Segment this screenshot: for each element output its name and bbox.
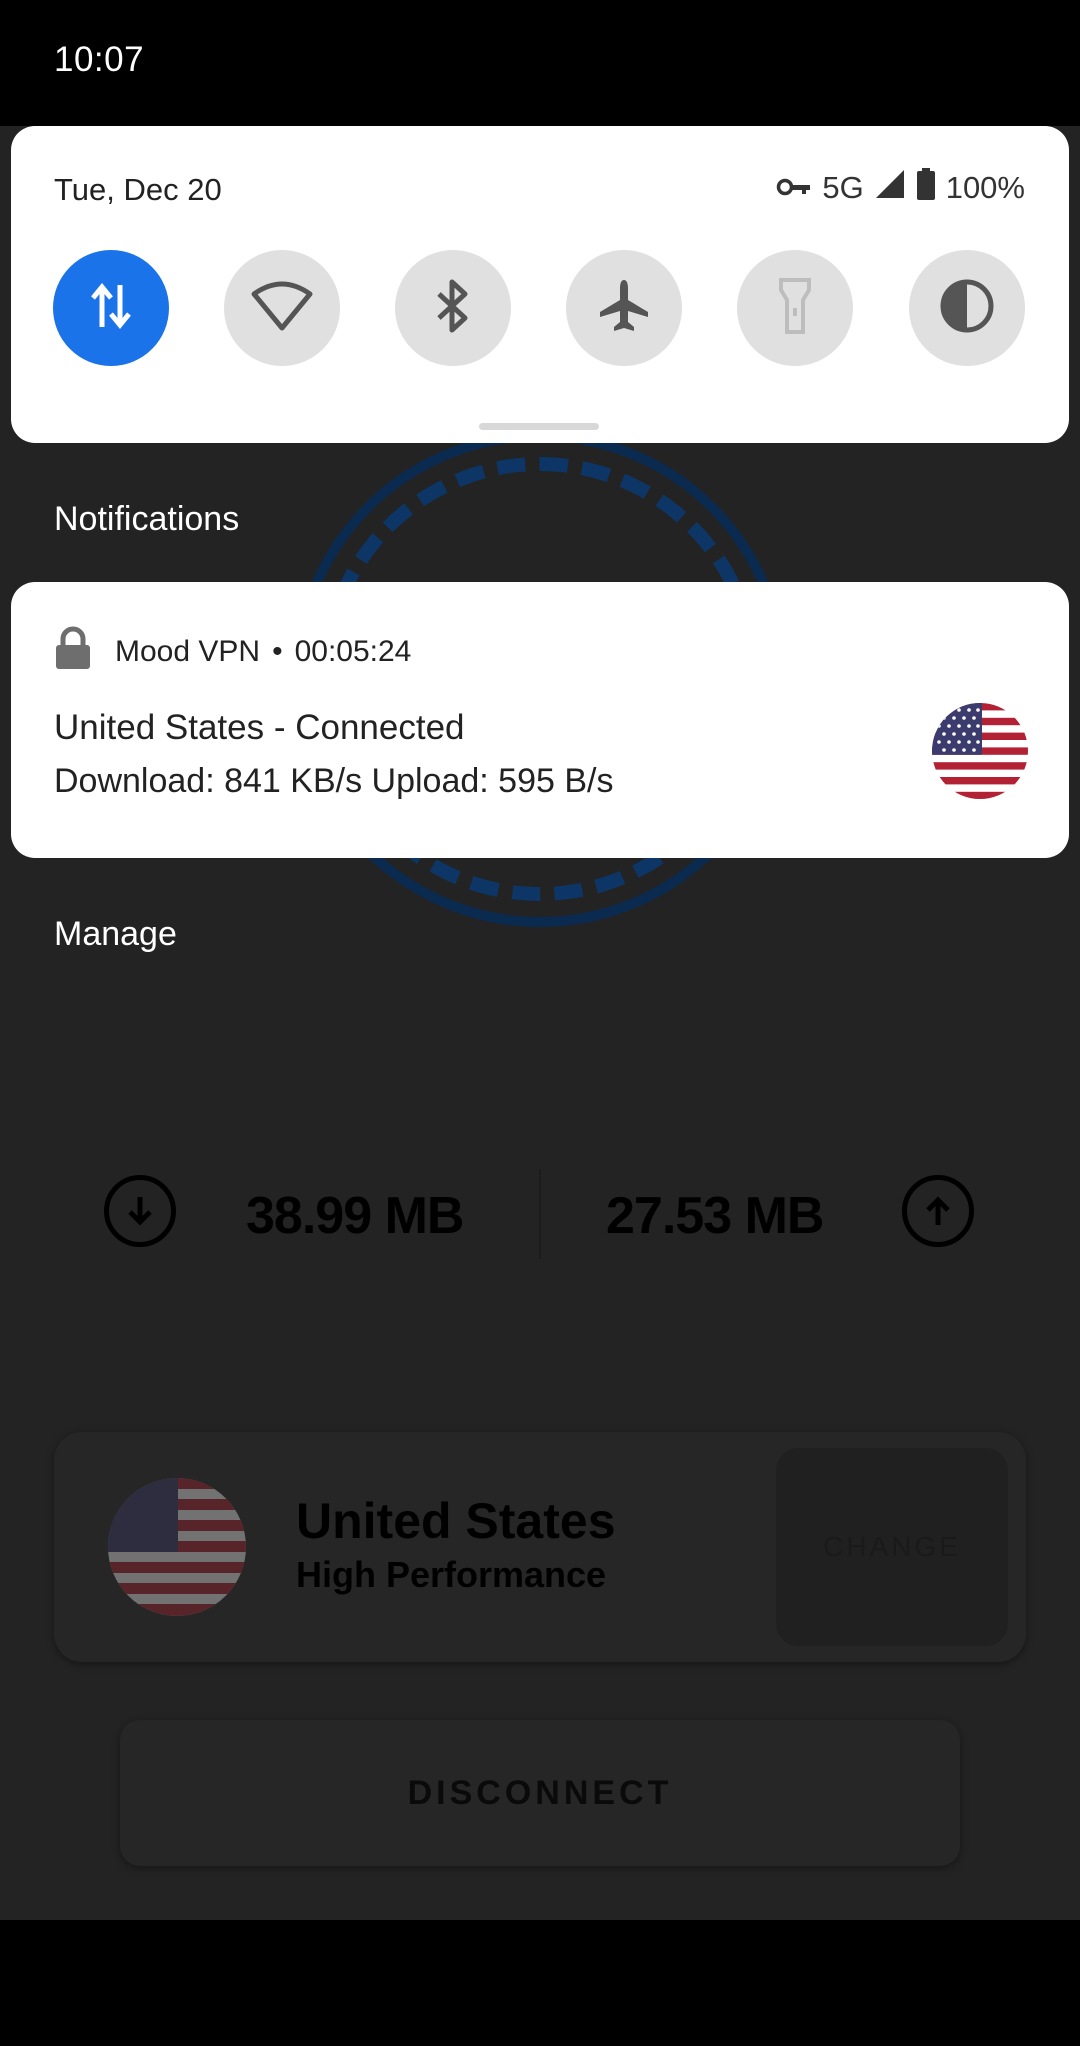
- recents-icon[interactable]: [831, 1956, 871, 1996]
- vpn-notification[interactable]: Mood VPN • 00:05:24 United States - Conn…: [11, 582, 1069, 858]
- airplane-icon: [596, 278, 652, 339]
- contrast-icon: [939, 278, 995, 339]
- battery-percent: 100%: [945, 170, 1025, 205]
- navigation-bar: [0, 1916, 1080, 2046]
- notification-title: United States - Connected: [54, 708, 465, 747]
- vpn-key-icon: [776, 170, 812, 206]
- tile-mobile-data[interactable]: [53, 250, 169, 366]
- tile-wifi[interactable]: [224, 250, 340, 366]
- notification-text: Download: 841 KB/s Upload: 595 B/s: [54, 762, 614, 800]
- server-card[interactable]: United States High Performance CHANGE: [54, 1432, 1026, 1662]
- tile-bluetooth[interactable]: [395, 250, 511, 366]
- network-type: 5G: [822, 170, 864, 205]
- us-flag-icon: [932, 703, 1028, 799]
- notification-header: Mood VPN • 00:05:24: [55, 626, 411, 678]
- us-flag-icon: [108, 1478, 246, 1616]
- change-server-button[interactable]: CHANGE: [776, 1448, 1008, 1646]
- qs-tiles: [53, 250, 1029, 368]
- status-clock: 10:07: [54, 40, 145, 79]
- download-total: 38.99 MB: [246, 1187, 464, 1245]
- wifi-icon: [250, 280, 314, 337]
- status-bar: 10:07: [0, 0, 1080, 126]
- back-icon[interactable]: [202, 1956, 240, 2000]
- bluetooth-icon: [435, 278, 471, 339]
- notification-app-name: Mood VPN: [115, 635, 261, 668]
- tile-invert-colors[interactable]: [909, 250, 1025, 366]
- disconnect-button[interactable]: DISCONNECT: [120, 1720, 960, 1866]
- lock-icon: [55, 626, 91, 678]
- manage-notifications-link[interactable]: Manage: [54, 915, 177, 954]
- signal-icon: [874, 168, 906, 208]
- qs-drag-handle[interactable]: [479, 423, 599, 430]
- battery-icon: [916, 168, 936, 208]
- home-icon[interactable]: [521, 1956, 561, 1996]
- data-arrows-icon: [89, 281, 133, 336]
- upload-total: 27.53 MB: [606, 1187, 824, 1245]
- stats-divider: [539, 1169, 541, 1259]
- qs-status-icons: 5G 100%: [776, 168, 1025, 208]
- tile-airplane[interactable]: [566, 250, 682, 366]
- upload-arrow-icon: [902, 1175, 974, 1247]
- quick-settings-panel: Tue, Dec 20 5G 100%: [11, 126, 1069, 443]
- traffic-stats: 38.99 MB 27.53 MB: [0, 1141, 1080, 1281]
- server-country: United States: [296, 1493, 616, 1549]
- download-arrow-icon: [104, 1175, 176, 1247]
- notifications-header: Notifications: [54, 500, 240, 538]
- notification-elapsed: 00:05:24: [294, 635, 412, 668]
- tile-flashlight[interactable]: [737, 250, 853, 366]
- server-tier: High Performance: [296, 1554, 607, 1595]
- flashlight-icon: [779, 277, 811, 339]
- notification-separator: •: [272, 635, 283, 668]
- qs-date: Tue, Dec 20: [54, 172, 222, 207]
